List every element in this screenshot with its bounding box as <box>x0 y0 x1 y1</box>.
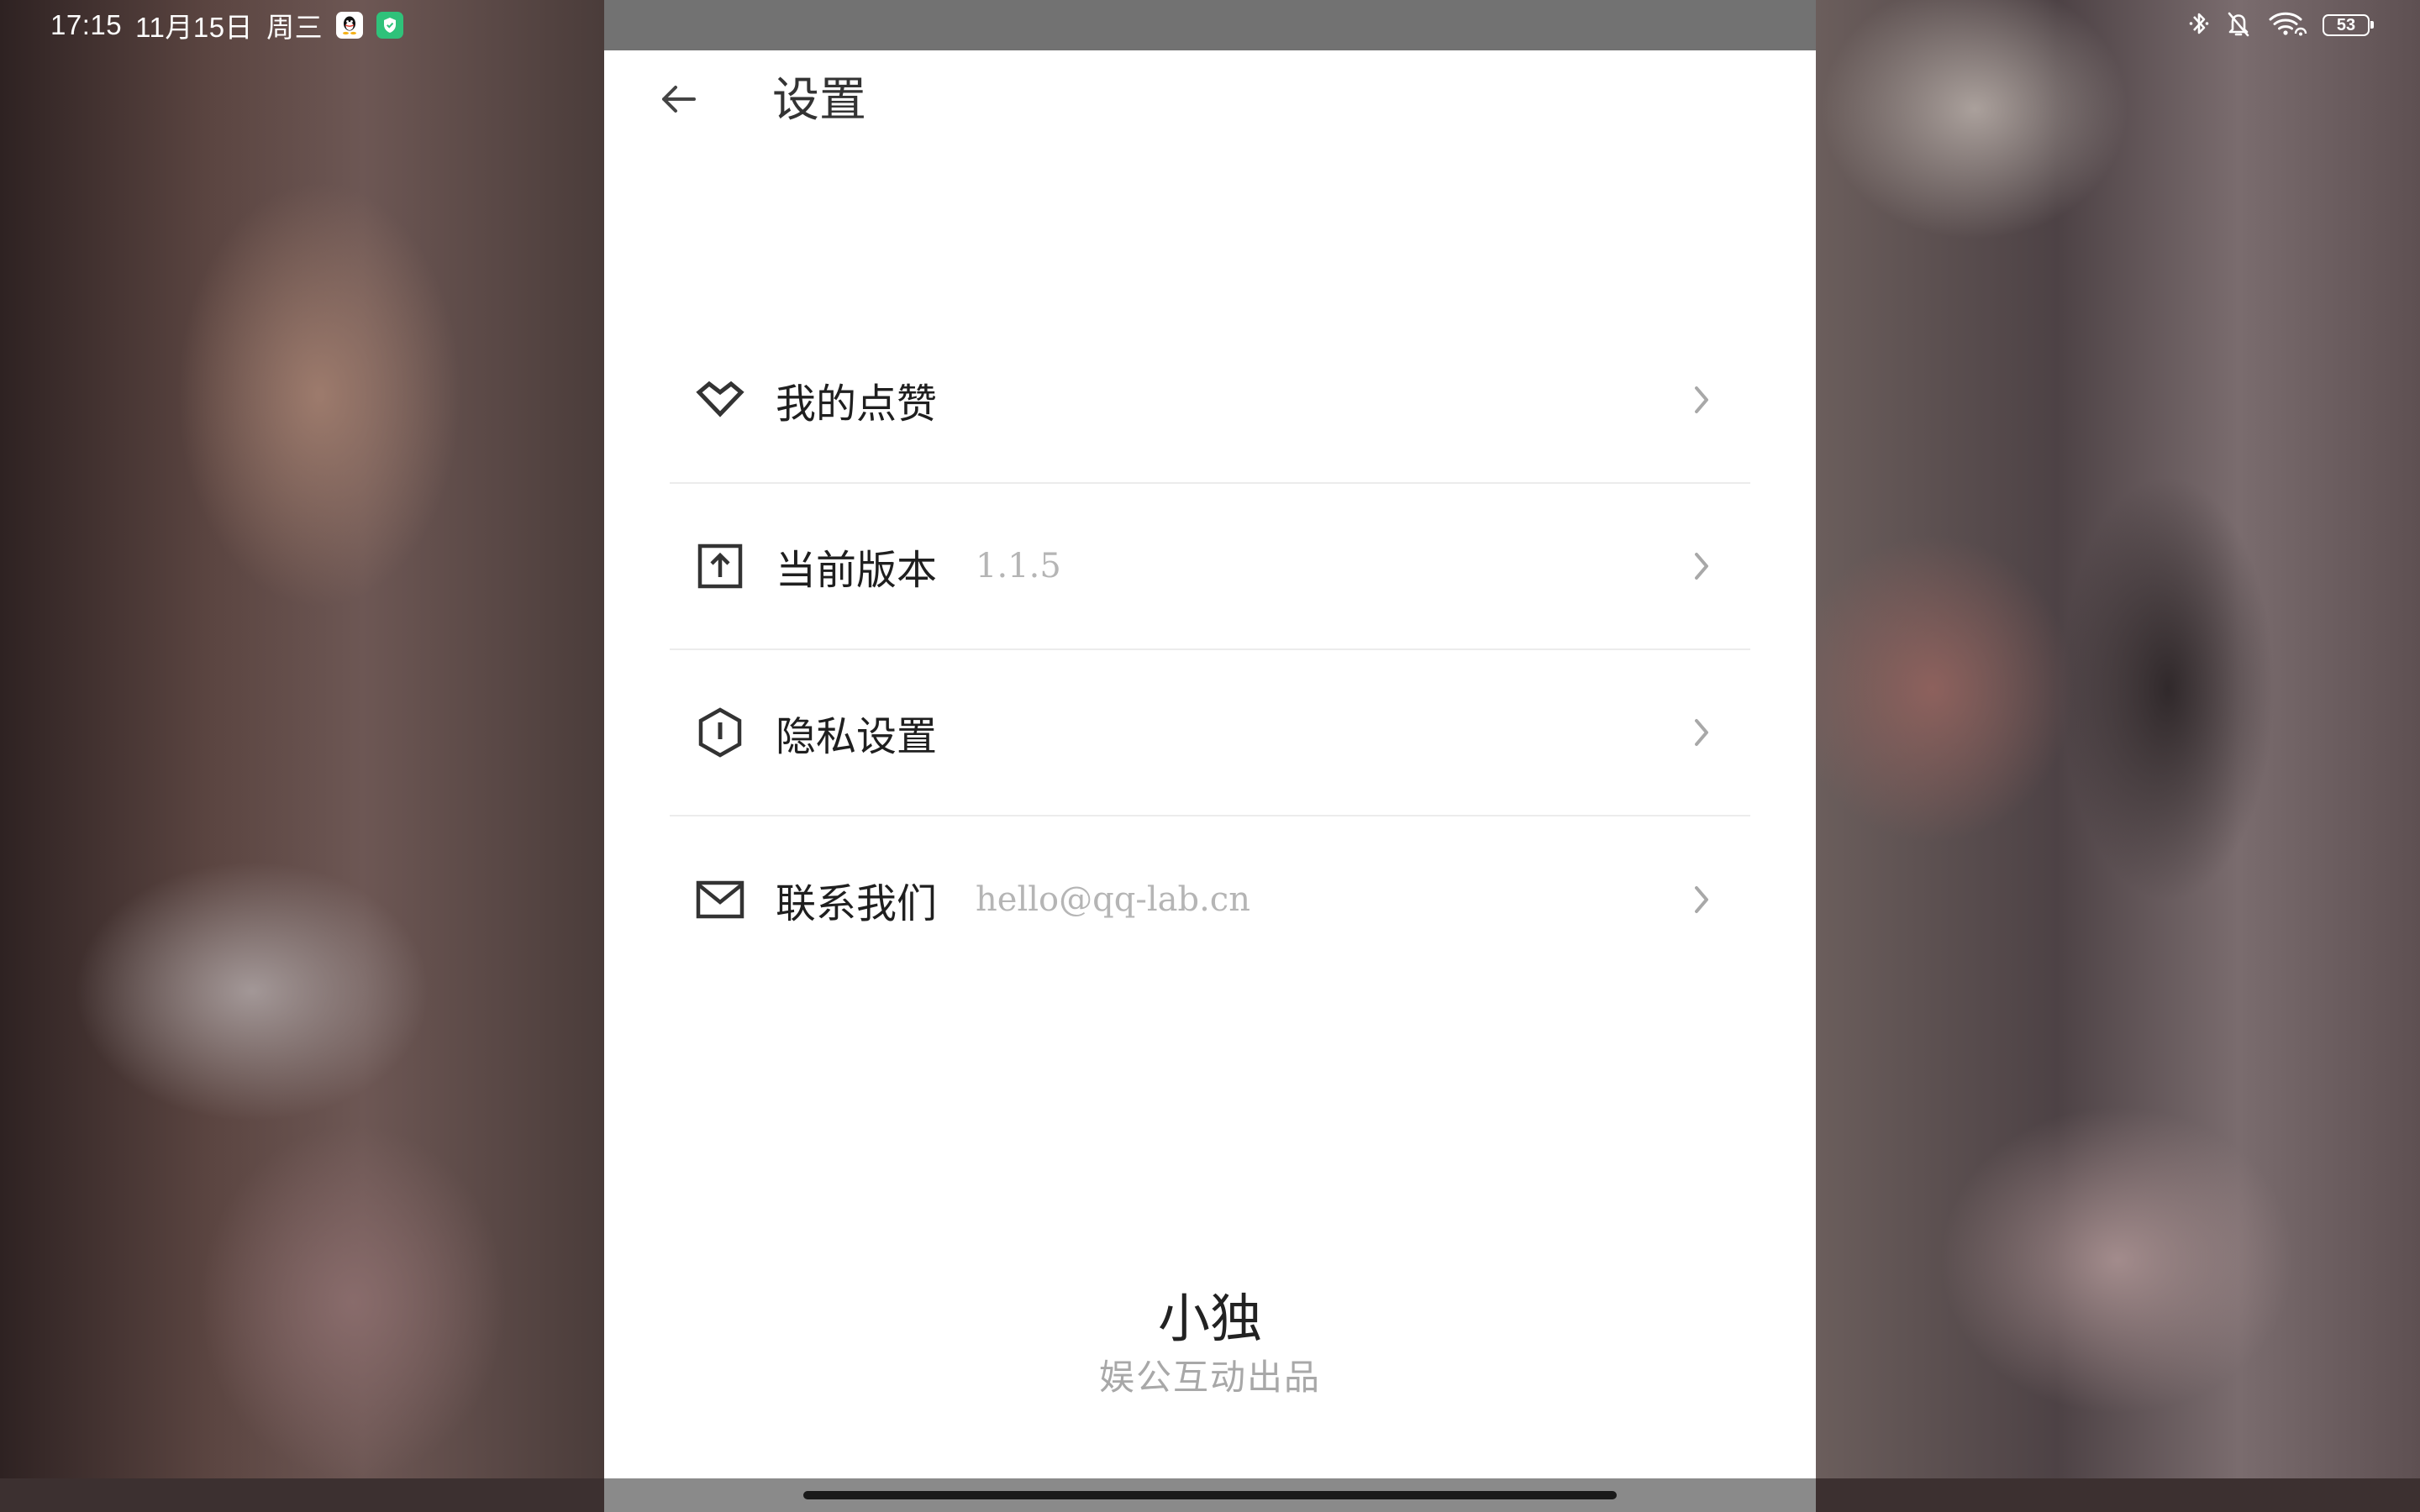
back-button[interactable] <box>653 76 703 126</box>
publisher-credit: 娱公互动出品 <box>1098 1357 1321 1398</box>
settings-item-label: 当前版本 <box>776 547 938 594</box>
settings-item-contact-us[interactable]: 联系我们 hello@qq-lab.cn <box>670 816 1750 983</box>
settings-item-privacy[interactable]: 隐私设置 <box>670 650 1750 816</box>
hexagon-info-icon <box>695 707 745 758</box>
version-number: 1.1.5 <box>976 547 1061 585</box>
app-name: 小独 <box>1157 1288 1262 1349</box>
blurred-background-right <box>1815 0 2420 1512</box>
shield-app-icon <box>376 12 404 39</box>
page-title: 设置 <box>772 73 866 128</box>
chevron-right-icon <box>1690 714 1713 751</box>
status-bar-center-strip <box>604 0 1816 50</box>
footer: 小独 娱公互动出品 <box>604 1285 1816 1403</box>
settings-item-label: 联系我们 <box>776 880 938 927</box>
wifi-icon <box>2267 9 2307 42</box>
status-weekday: 周三 <box>266 12 324 43</box>
home-indicator[interactable] <box>803 1491 1617 1499</box>
status-bar-left: 17:15 11月15日 周三 <box>50 0 404 50</box>
settings-list: 我的点赞 当前版本 1.1.5 隐私设置 联系我们 hello@qq-lab.c… <box>670 318 1750 983</box>
upload-box-icon <box>695 541 745 591</box>
mail-icon <box>695 874 745 925</box>
blurred-background-left <box>0 0 605 1512</box>
status-bar: 17:15 11月15日 周三 53 <box>0 0 2420 50</box>
screen: 17:15 11月15日 周三 53 设置 我的点赞 当前版本 1.1.5 隐私… <box>0 0 2420 1512</box>
status-bar-right: 53 <box>2188 0 2374 50</box>
navigation-bar <box>0 1478 2420 1512</box>
settings-item-label: 我的点赞 <box>776 381 938 428</box>
battery-level: 53 <box>2336 15 2356 34</box>
chevron-right-icon <box>1690 881 1713 918</box>
bluetooth-icon <box>2188 9 2210 42</box>
settings-item-current-version[interactable]: 当前版本 1.1.5 <box>670 484 1750 650</box>
contact-email: hello@qq-lab.cn <box>976 880 1250 919</box>
settings-panel: 设置 我的点赞 当前版本 1.1.5 隐私设置 联系我们 hello@qq-la… <box>604 50 1816 1478</box>
qq-icon <box>336 12 364 39</box>
arrow-left-icon <box>657 81 699 121</box>
chevron-right-icon <box>1690 381 1713 418</box>
settings-item-label: 隐私设置 <box>776 713 938 760</box>
heart-outline-icon <box>695 375 745 425</box>
chevron-right-icon <box>1690 548 1713 585</box>
status-time: 17:15 <box>50 9 123 40</box>
status-date: 11月15日 <box>135 12 254 43</box>
settings-item-my-likes[interactable]: 我的点赞 <box>670 318 1750 484</box>
battery-icon: 53 <box>2323 14 2374 36</box>
silent-bell-icon <box>2225 9 2252 42</box>
